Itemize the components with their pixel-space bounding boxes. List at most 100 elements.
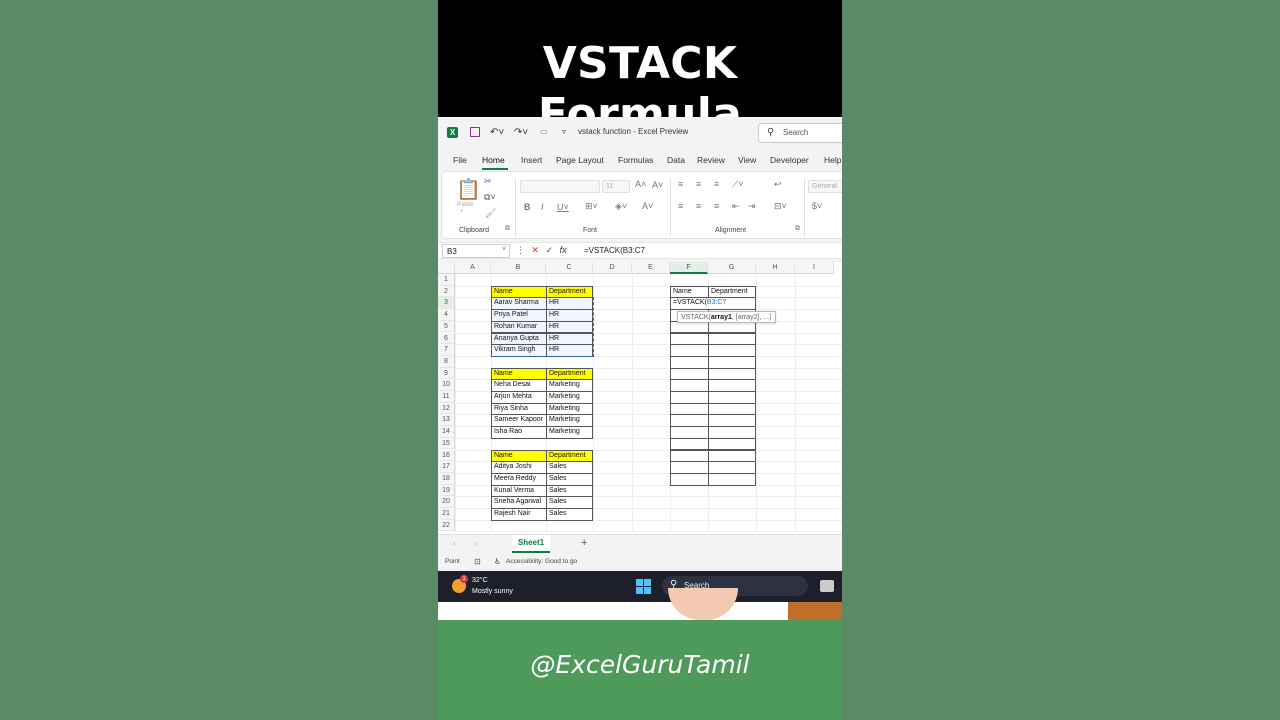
task-view-icon[interactable] bbox=[820, 580, 834, 592]
currency-icon[interactable]: $˅ bbox=[812, 201, 822, 211]
row-header-20[interactable]: 20 bbox=[438, 496, 455, 508]
row-header-6[interactable]: 6 bbox=[438, 332, 455, 345]
paste-dropdown-icon[interactable]: ˅ bbox=[460, 209, 464, 215]
save-icon[interactable] bbox=[470, 127, 480, 137]
row-header-22[interactable]: 22 bbox=[438, 519, 455, 532]
row-header-17[interactable]: 17 bbox=[438, 461, 455, 473]
align-right-icon[interactable]: ≡ bbox=[714, 201, 719, 211]
borders-icon[interactable]: ⊞˅ bbox=[585, 201, 598, 212]
output-cell[interactable] bbox=[708, 472, 756, 486]
row-header-4[interactable]: 4 bbox=[438, 309, 455, 321]
column-header-e[interactable]: E bbox=[632, 262, 670, 274]
cancel-icon[interactable]: ✕ bbox=[532, 245, 540, 255]
tab-review[interactable]: Review bbox=[697, 155, 725, 165]
row-header-3[interactable]: 3 bbox=[438, 297, 455, 310]
column-header-i[interactable]: I bbox=[795, 262, 834, 274]
align-top-icon[interactable]: ≡ bbox=[678, 179, 683, 189]
column-header-f[interactable]: F bbox=[670, 262, 708, 274]
row-header-16[interactable]: 16 bbox=[438, 449, 455, 462]
row-header-5[interactable]: 5 bbox=[438, 320, 455, 333]
row-header-8[interactable]: 8 bbox=[438, 355, 455, 368]
name-box[interactable]: B3 ˅ bbox=[442, 244, 510, 258]
row-header-14[interactable]: 14 bbox=[438, 426, 455, 438]
alignment-launcher-icon[interactable]: ⧉ bbox=[795, 225, 800, 233]
row-header-18[interactable]: 18 bbox=[438, 472, 455, 485]
search-box[interactable]: ⚲ Search bbox=[758, 123, 842, 143]
customize-qat-icon[interactable]: ▿ bbox=[562, 127, 566, 136]
redo-icon[interactable]: ↷˅ bbox=[514, 127, 528, 138]
italic-icon[interactable]: I bbox=[541, 202, 544, 212]
align-center-icon[interactable]: ≡ bbox=[696, 201, 701, 211]
outdent-icon[interactable]: ⇥ bbox=[748, 201, 756, 212]
insert-function-icon[interactable]: fx bbox=[560, 245, 567, 255]
row-header-13[interactable]: 13 bbox=[438, 414, 455, 427]
accessibility-icon[interactable]: ♿ bbox=[494, 557, 501, 566]
tab-developer[interactable]: Developer bbox=[770, 155, 809, 165]
select-all-corner[interactable] bbox=[438, 262, 455, 274]
decrease-font-icon[interactable]: A˅ bbox=[652, 180, 663, 190]
table-cell-name[interactable]: Isha Rao bbox=[491, 426, 547, 439]
accessibility-status[interactable]: Accessibility: Good to go bbox=[506, 558, 577, 565]
number-format-box[interactable]: General bbox=[808, 180, 842, 193]
column-header-d[interactable]: D bbox=[593, 262, 632, 274]
row-header-21[interactable]: 21 bbox=[438, 508, 455, 520]
row-header-9[interactable]: 9 bbox=[438, 367, 455, 380]
confirm-icon[interactable]: ✓ bbox=[546, 245, 554, 255]
column-header-b[interactable]: B bbox=[491, 262, 546, 274]
indent-icon[interactable]: ⇤ bbox=[732, 201, 740, 212]
tab-home[interactable]: Home bbox=[482, 155, 505, 165]
output-cell[interactable] bbox=[670, 472, 709, 486]
underline-icon[interactable]: U˅ bbox=[557, 202, 569, 212]
worksheet-grid[interactable]: A B C D E F G H I 1 2 3 4 5 6 7 8 9 10 11 12 13 14 15 16 17 18 19 20… bbox=[438, 262, 842, 534]
tab-formulas[interactable]: Formulas bbox=[618, 155, 653, 165]
orientation-icon[interactable]: ⟋˅ bbox=[732, 179, 744, 190]
table-cell-department[interactable]: Sales bbox=[546, 508, 593, 521]
row-header-1[interactable]: 1 bbox=[438, 274, 455, 286]
font-name-box[interactable] bbox=[520, 180, 600, 193]
column-header-h[interactable]: H bbox=[756, 262, 795, 274]
tab-view[interactable]: View bbox=[738, 155, 756, 165]
row-header-15[interactable]: 15 bbox=[438, 437, 455, 450]
cut-icon[interactable]: ✂ bbox=[484, 176, 492, 187]
format-painter-icon[interactable]: 🖌 bbox=[485, 208, 496, 219]
row-header-11[interactable]: 11 bbox=[438, 391, 455, 403]
paste-icon[interactable]: 📋 bbox=[456, 177, 481, 202]
align-bottom-icon[interactable]: ≡ bbox=[714, 179, 719, 189]
scroll-right-icon[interactable]: › bbox=[475, 539, 478, 548]
tab-help[interactable]: Help bbox=[824, 155, 841, 165]
align-left-icon[interactable]: ≡ bbox=[678, 201, 683, 211]
row-header-10[interactable]: 10 bbox=[438, 379, 455, 391]
form-icon[interactable]: ▭ bbox=[540, 127, 548, 136]
row-header-12[interactable]: 12 bbox=[438, 402, 455, 415]
tooltip-arg1[interactable]: array1 bbox=[711, 314, 732, 321]
windows-start-icon[interactable] bbox=[636, 579, 651, 594]
font-size-box[interactable]: 11 bbox=[602, 180, 630, 193]
column-header-g[interactable]: G bbox=[708, 262, 756, 274]
row-header-2[interactable]: 2 bbox=[438, 285, 455, 298]
tab-insert[interactable]: Insert bbox=[521, 155, 542, 165]
formula-input[interactable]: =VSTACK(B3:C7 bbox=[584, 246, 645, 255]
clipboard-launcher-icon[interactable]: ⧉ bbox=[505, 225, 510, 233]
table-cell-name[interactable]: Vikram Singh bbox=[491, 344, 547, 357]
font-color-icon[interactable]: A˅ bbox=[642, 201, 653, 211]
bold-icon[interactable]: B bbox=[524, 202, 531, 212]
table-cell-name[interactable]: Rajesh Nair bbox=[491, 508, 547, 521]
merge-center-icon[interactable]: ⊟˅ bbox=[774, 201, 787, 212]
row-header-7[interactable]: 7 bbox=[438, 344, 455, 356]
align-middle-icon[interactable]: ≡ bbox=[696, 179, 701, 189]
editing-cell[interactable]: =VSTACK(B3:C7 bbox=[670, 297, 756, 311]
sheet-tab-sheet1[interactable]: Sheet1 bbox=[512, 535, 550, 553]
increase-font-icon[interactable]: A˄ bbox=[635, 179, 646, 189]
tab-file[interactable]: File bbox=[453, 155, 467, 165]
copy-icon[interactable]: ⧉˅ bbox=[484, 192, 496, 203]
macro-record-icon[interactable]: ⊡ bbox=[474, 557, 481, 566]
tab-data[interactable]: Data bbox=[667, 155, 685, 165]
table-cell-department[interactable]: HR bbox=[546, 344, 593, 357]
row-header-19[interactable]: 19 bbox=[438, 484, 455, 497]
table-cell-department[interactable]: Marketing bbox=[546, 426, 593, 439]
wrap-text-icon[interactable]: ↩ bbox=[774, 179, 782, 190]
scroll-left-icon[interactable]: ‹ bbox=[453, 539, 456, 548]
column-header-c[interactable]: C bbox=[546, 262, 593, 274]
undo-icon[interactable]: ↶˅ bbox=[490, 127, 504, 138]
tab-page-layout[interactable]: Page Layout bbox=[556, 155, 604, 165]
